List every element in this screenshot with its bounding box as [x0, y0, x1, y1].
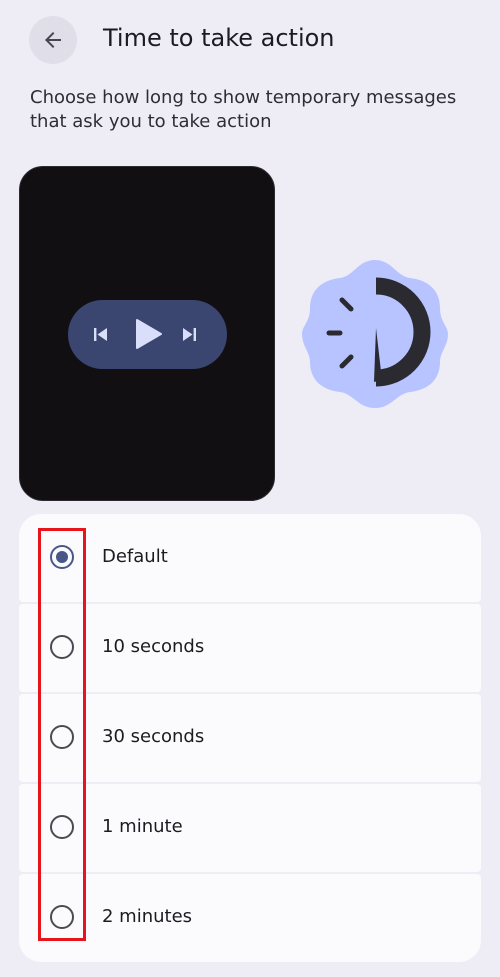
page-title: Time to take action — [103, 24, 335, 52]
option-label: 2 minutes — [102, 906, 193, 927]
preview-illustration — [19, 166, 275, 501]
option-label: 10 seconds — [102, 636, 205, 657]
option-label: Default — [102, 546, 168, 567]
option-30-seconds[interactable]: 30 seconds — [19, 694, 481, 782]
arrow-left-icon — [45, 32, 61, 48]
option-label: 1 minute — [102, 816, 183, 837]
back-button[interactable] — [29, 16, 77, 64]
play-icon — [136, 319, 162, 349]
skip-previous-icon — [94, 328, 107, 341]
option-1-minute[interactable]: 1 minute — [19, 784, 481, 872]
radio-button-2-minutes[interactable] — [50, 905, 74, 929]
radio-button-1-minute[interactable] — [50, 815, 74, 839]
option-2-minutes[interactable]: 2 minutes — [19, 874, 481, 962]
option-default[interactable]: Default — [19, 514, 481, 602]
top-app-bar: Time to take action — [0, 0, 500, 82]
timer-icon — [302, 260, 448, 408]
skip-next-icon — [183, 328, 196, 341]
option-10-seconds[interactable]: 10 seconds — [19, 604, 481, 692]
timer-badge — [300, 256, 450, 412]
page-description: Choose how long to show temporary messag… — [30, 87, 457, 132]
option-label: 30 seconds — [102, 726, 205, 747]
timeout-options-list: Default 10 seconds 30 seconds 1 minute 2… — [19, 514, 481, 964]
media-controls-pill — [68, 300, 227, 369]
radio-button-30-seconds[interactable] — [50, 725, 74, 749]
radio-button-10-seconds[interactable] — [50, 635, 74, 659]
radio-button-default[interactable] — [50, 545, 74, 569]
